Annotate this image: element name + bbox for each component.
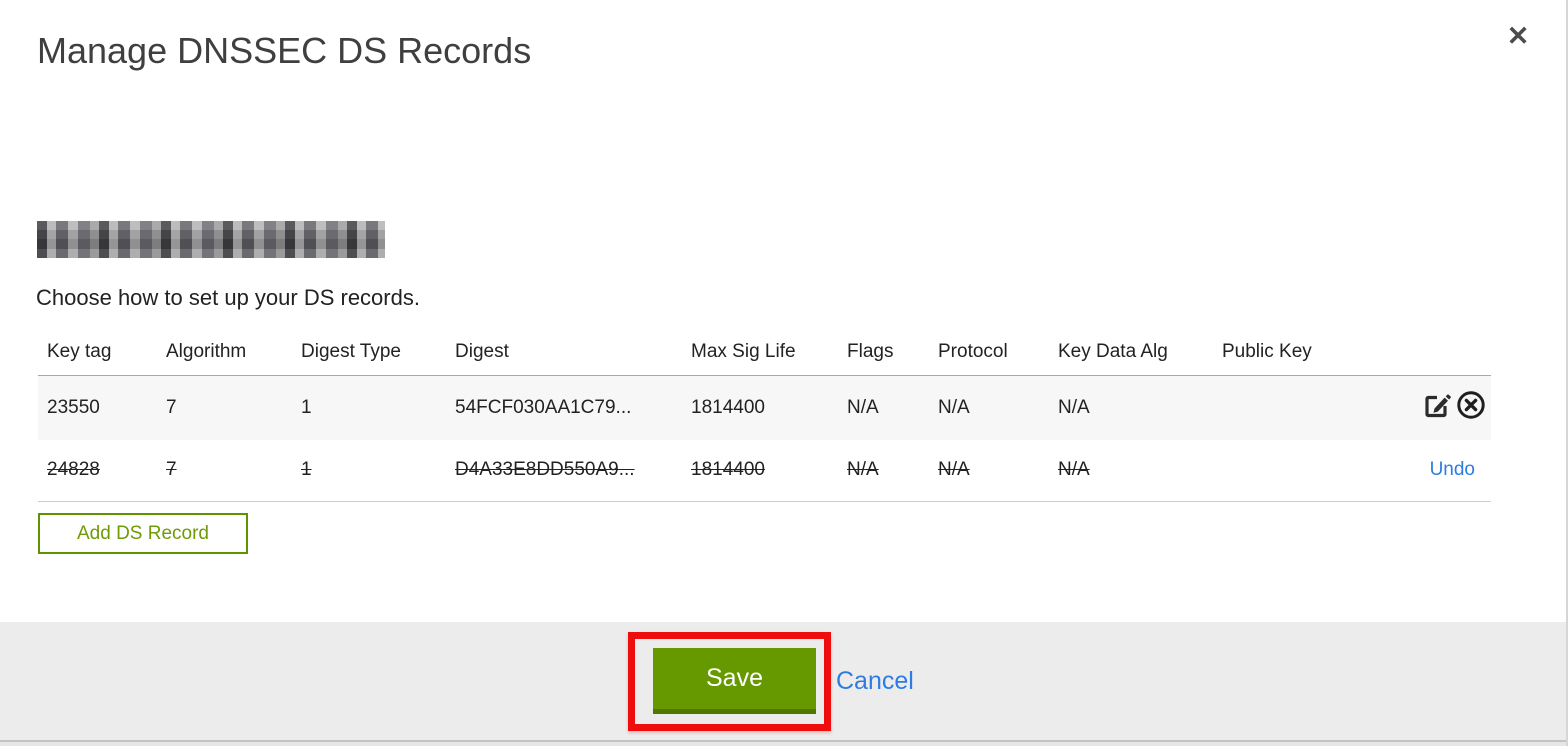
col-header-protocol: Protocol [938, 341, 1008, 362]
delete-record-icon[interactable] [1455, 389, 1487, 421]
undo-link[interactable]: Undo [1430, 459, 1487, 480]
key-data-alg-value: N/A [1058, 459, 1090, 481]
table-row-deleted: 24828 7 1 D4A33E8DD550A9... 1814400 N/A … [38, 439, 1491, 502]
col-header-flags: Flags [847, 341, 894, 362]
col-header-algorithm: Algorithm [166, 341, 247, 362]
protocol-value: N/A [938, 396, 970, 418]
dnssec-modal: Manage DNSSEC DS Records ✕ Choose how to… [0, 0, 1568, 746]
ds-records-table: Key tag Algorithm Digest Type Digest Max… [38, 331, 1491, 502]
key-data-alg-value: N/A [1058, 396, 1090, 418]
col-header-actions [1361, 331, 1491, 376]
col-header-digest: Digest [455, 341, 509, 362]
col-header-key-tag: Key tag [47, 341, 112, 362]
max-sig-life-value: 1814400 [691, 459, 765, 481]
col-header-max-sig-life: Max Sig Life [691, 341, 796, 362]
digest-type-value: 1 [301, 396, 312, 418]
page-title: Manage DNSSEC DS Records [37, 30, 532, 71]
table-header-row: Key tag Algorithm Digest Type Digest Max… [38, 331, 1491, 376]
bottom-edge-divider [0, 740, 1566, 746]
flags-value: N/A [847, 396, 879, 418]
save-button[interactable]: Save [653, 648, 816, 714]
key-tag-value: 24828 [47, 459, 100, 481]
cancel-link[interactable]: Cancel [836, 667, 914, 696]
edit-record-icon[interactable] [1421, 389, 1453, 421]
max-sig-life-value: 1814400 [691, 396, 765, 418]
close-icon[interactable]: ✕ [1502, 20, 1534, 52]
flags-value: N/A [847, 459, 879, 481]
algorithm-value: 7 [166, 396, 177, 418]
digest-type-value: 1 [301, 459, 312, 481]
protocol-value: N/A [938, 459, 970, 481]
digest-value: 54FCF030AA1C79... [455, 396, 632, 418]
col-header-key-data-alg: Key Data Alg [1058, 341, 1168, 362]
add-ds-record-button[interactable]: Add DS Record [38, 513, 248, 554]
algorithm-value: 7 [166, 459, 177, 481]
instruction-text: Choose how to set up your DS records. [36, 285, 420, 310]
key-tag-value: 23550 [47, 396, 100, 418]
col-header-public-key: Public Key [1222, 341, 1312, 362]
col-header-digest-type: Digest Type [301, 341, 401, 362]
digest-value: D4A33E8DD550A9... [455, 459, 635, 481]
redacted-domain-name [37, 221, 385, 258]
table-row: 23550 7 1 54FCF030AA1C79... 1814400 N/A … [38, 375, 1491, 440]
